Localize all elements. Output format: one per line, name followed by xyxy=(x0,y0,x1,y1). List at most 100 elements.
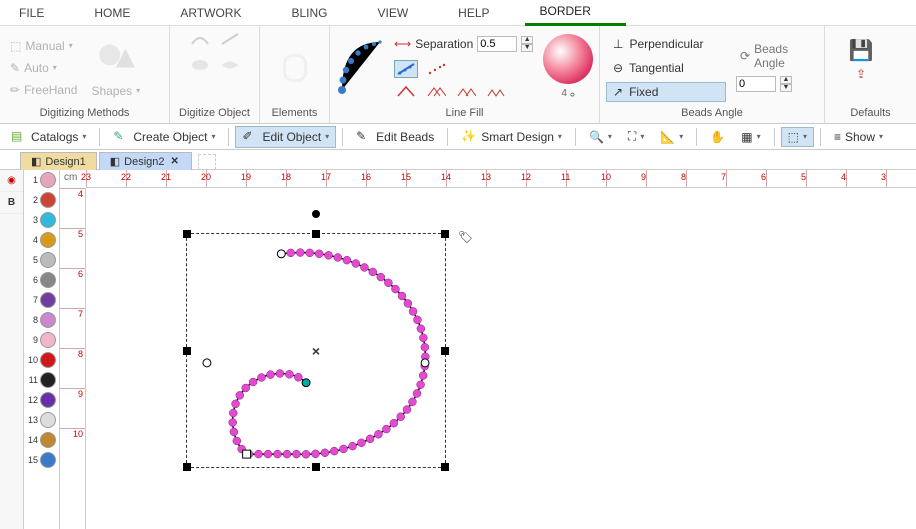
beads-angle-label: ⟳Beads Angle xyxy=(736,40,818,72)
menu-bling[interactable]: BLING xyxy=(276,1,362,25)
edit-beads-button[interactable]: ✎Edit Beads xyxy=(349,126,441,148)
palette-row[interactable]: 6 xyxy=(24,270,59,290)
measure-tool[interactable]: 📐▾ xyxy=(653,127,690,147)
vertical-ruler: 45678910 xyxy=(60,188,86,529)
group-beads-angle-label: Beads Angle xyxy=(606,105,818,121)
bead-path[interactable] xyxy=(187,234,445,467)
palette-row[interactable]: 8 xyxy=(24,310,59,330)
document-tabs: ◧Design1 ◧Design2✕ xyxy=(0,150,916,170)
bead-count: 4 ࡀ xyxy=(561,88,575,101)
palette-row[interactable]: 1 xyxy=(24,170,59,190)
angle-spinner[interactable]: ▲▼ xyxy=(780,76,792,92)
group-defaults: 💾 ⇪ Defaults xyxy=(825,26,916,123)
palette-row[interactable]: 9 xyxy=(24,330,59,350)
cursor-icon: ⬚ xyxy=(10,39,21,53)
line-icon[interactable] xyxy=(218,30,242,48)
tangential-button[interactable]: ⊖Tangential xyxy=(606,58,726,78)
group-elements: Elements xyxy=(260,26,330,123)
palette-row[interactable]: 12 xyxy=(24,390,59,410)
tab-design1[interactable]: ◧Design1 xyxy=(20,152,97,170)
freehand-button[interactable]: ✏FreeHand xyxy=(6,81,81,99)
palette-row[interactable]: 2 xyxy=(24,190,59,210)
load-defaults-icon[interactable]: ⇪ xyxy=(856,67,866,81)
manual-button[interactable]: ⬚Manual▾ xyxy=(6,37,81,55)
create-icon: ✎ xyxy=(113,129,129,145)
palette-row[interactable]: 7 xyxy=(24,290,59,310)
pan-tool[interactable]: ✋ xyxy=(703,127,732,147)
shapes-icon[interactable] xyxy=(95,36,137,78)
palette-row[interactable]: 5 xyxy=(24,250,59,270)
hand-icon: ✋ xyxy=(710,130,725,144)
work-area: ◉ B 123456789101112131415 cm 23222120191… xyxy=(0,170,916,529)
zoom-tool[interactable]: 🔍▾ xyxy=(582,127,619,147)
doc-icon: ◧ xyxy=(110,155,120,168)
show-button[interactable]: ≡Show▾ xyxy=(827,127,890,147)
palette-row[interactable]: 10 xyxy=(24,350,59,370)
fixed-button[interactable]: ↗Fixed xyxy=(606,82,726,102)
group-digitizing: ⬚Manual▾ ✎Auto▾ ✏FreeHand Shapes▾ Digiti… xyxy=(0,26,170,123)
ruler-icon: 📐 xyxy=(660,130,675,144)
catalogs-button[interactable]: ▤Catalogs▾ xyxy=(4,126,93,148)
perpendicular-button[interactable]: ⊥Perpendicular xyxy=(606,34,726,54)
create-object-button[interactable]: ✎Create Object▾ xyxy=(106,126,222,148)
menu-view[interactable]: VIEW xyxy=(362,1,443,25)
color-tool[interactable]: ◉ xyxy=(0,170,23,192)
palette-row[interactable]: 13 xyxy=(24,410,59,430)
palette-row[interactable]: 3 xyxy=(24,210,59,230)
rotation-handle[interactable] xyxy=(312,210,320,218)
horizontal-ruler: 232221201918171615141312111098765432 xyxy=(86,170,916,188)
zoom-icon: 🔍 xyxy=(589,130,604,144)
group-line-fill: ⟷ Separation ▲▼ 4 ࡀ xyxy=(330,26,600,123)
cursor-icon: ⬚ xyxy=(788,130,799,144)
curve-icon[interactable] xyxy=(188,30,212,48)
separation-input[interactable] xyxy=(477,36,517,52)
smart-design-button[interactable]: ✨Smart Design▾ xyxy=(454,126,569,148)
zoom-fit-tool[interactable]: ⛶▾ xyxy=(621,126,651,147)
group-elements-label: Elements xyxy=(266,105,323,121)
bold-tool[interactable]: B xyxy=(0,192,23,214)
grid-tool[interactable]: ▦▾ xyxy=(734,127,767,147)
menu-bar: FILE HOME ARTWORK BLING VIEW HELP BORDER xyxy=(0,0,916,26)
tangential-icon: ⊖ xyxy=(613,61,623,75)
bead-color-preview[interactable] xyxy=(543,34,593,84)
pattern-1[interactable] xyxy=(394,60,418,78)
ribbon: ⬚Manual▾ ✎Auto▾ ✏FreeHand Shapes▾ Digiti… xyxy=(0,26,916,124)
separation-spinner[interactable]: ▲▼ xyxy=(521,36,533,52)
save-defaults-icon[interactable]: 💾 xyxy=(849,38,874,63)
auto-button[interactable]: ✎Auto▾ xyxy=(6,59,81,77)
ruler-unit: cm xyxy=(60,170,81,185)
palette-row[interactable]: 11 xyxy=(24,370,59,390)
close-icon[interactable]: ✕ xyxy=(169,156,181,167)
canvas[interactable]: 🏷 × xyxy=(86,188,916,529)
angle-input[interactable] xyxy=(736,76,776,92)
group-digitize-object: Digitize Object xyxy=(170,26,260,123)
left-toolbox: ◉ B xyxy=(0,170,24,529)
separation-label: Separation xyxy=(415,37,473,51)
menu-file[interactable]: FILE xyxy=(4,1,79,25)
shape2-icon[interactable] xyxy=(218,56,242,74)
object-tag-icon[interactable]: 🏷 xyxy=(458,230,473,244)
group-beads-angle: ⊥Perpendicular ⊖Tangential ↗Fixed ⟳Beads… xyxy=(600,26,825,123)
tab-design2[interactable]: ◧Design2✕ xyxy=(99,152,192,170)
palette-row[interactable]: 4 xyxy=(24,230,59,250)
selection-box[interactable]: 🏷 × xyxy=(186,233,446,468)
select-tool[interactable]: ⬚▾ xyxy=(781,127,814,147)
edit-object-button[interactable]: ✐Edit Object▾ xyxy=(235,126,336,148)
pencil-icon: ✏ xyxy=(10,83,20,97)
catalog-icon: ▤ xyxy=(11,129,27,145)
angle-p4[interactable] xyxy=(484,82,508,100)
pattern-2[interactable] xyxy=(424,60,448,78)
element-icon[interactable] xyxy=(274,47,316,89)
angle-p2[interactable] xyxy=(424,82,448,100)
palette-row[interactable]: 15 xyxy=(24,450,59,470)
palette-row[interactable]: 14 xyxy=(24,430,59,450)
menu-artwork[interactable]: ARTWORK xyxy=(165,1,276,25)
blob-icon[interactable] xyxy=(188,56,212,74)
new-tab-button[interactable] xyxy=(198,154,216,170)
angle-p3[interactable] xyxy=(454,82,478,100)
zoom-fit-icon: ⛶ xyxy=(628,129,636,144)
menu-border[interactable]: BORDER xyxy=(525,0,626,26)
angle-p1[interactable] xyxy=(394,82,418,100)
menu-home[interactable]: HOME xyxy=(79,1,165,25)
menu-help[interactable]: HELP xyxy=(443,1,524,25)
